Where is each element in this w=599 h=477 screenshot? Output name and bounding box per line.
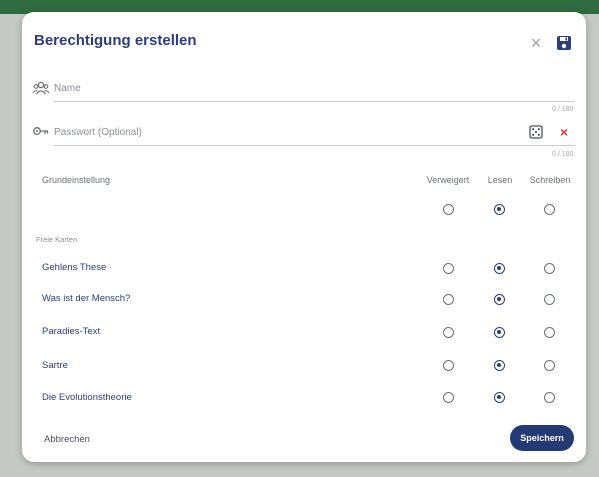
clear-password-icon[interactable]: × — [560, 125, 568, 139]
close-icon[interactable]: × — [527, 34, 545, 52]
floppy-disk-icon[interactable] — [555, 34, 573, 52]
card-radio-write[interactable] — [544, 360, 555, 371]
card-radio-read[interactable] — [494, 263, 505, 274]
cancel-button[interactable]: Abbrechen — [44, 434, 90, 445]
dialog-title: Berechtigung erstellen — [34, 32, 197, 49]
card-radio-write[interactable] — [544, 392, 555, 403]
card-radio-denied[interactable] — [443, 392, 454, 403]
card-label: Paradies-Text — [42, 326, 101, 337]
name-underline — [54, 101, 575, 102]
card-radio-denied[interactable] — [443, 294, 454, 305]
save-button[interactable]: Speichern — [510, 425, 574, 451]
card-radio-read[interactable] — [494, 294, 505, 305]
card-label: Sartre — [42, 360, 68, 371]
dice-icon[interactable] — [529, 125, 543, 139]
password-char-counter: 0 / 180 — [552, 151, 574, 158]
column-header-denied: Verweigert — [426, 175, 470, 185]
card-label: Was ist der Mensch? — [42, 293, 131, 304]
card-radio-write[interactable] — [544, 294, 555, 305]
base-radio-denied[interactable] — [443, 204, 454, 215]
column-header-write: Schreiben — [529, 175, 571, 185]
card-radio-denied[interactable] — [443, 263, 454, 274]
card-radio-read[interactable] — [494, 327, 505, 338]
key-icon — [32, 124, 50, 138]
card-radio-write[interactable] — [544, 263, 555, 274]
password-underline — [54, 145, 575, 146]
card-radio-write[interactable] — [544, 327, 555, 338]
card-radio-read[interactable] — [494, 360, 505, 371]
base-radio-read[interactable] — [494, 204, 505, 215]
card-radio-denied[interactable] — [443, 360, 454, 371]
create-permission-dialog: Berechtigung erstellen × 0 / 180 — [22, 12, 586, 462]
password-input[interactable] — [54, 125, 514, 139]
base-radio-write[interactable] — [544, 204, 555, 215]
card-label: Gehlens These — [42, 262, 107, 273]
name-char-counter: 0 / 180 — [552, 106, 574, 113]
name-input[interactable] — [54, 81, 554, 95]
base-setting-label: Grundeinstellung — [42, 175, 111, 185]
card-label: Die Evolutionstheorie — [42, 392, 132, 403]
card-radio-read[interactable] — [494, 392, 505, 403]
users-icon — [32, 81, 50, 95]
free-cards-section-label: Freie Karten — [36, 235, 78, 244]
card-radio-denied[interactable] — [443, 327, 454, 338]
